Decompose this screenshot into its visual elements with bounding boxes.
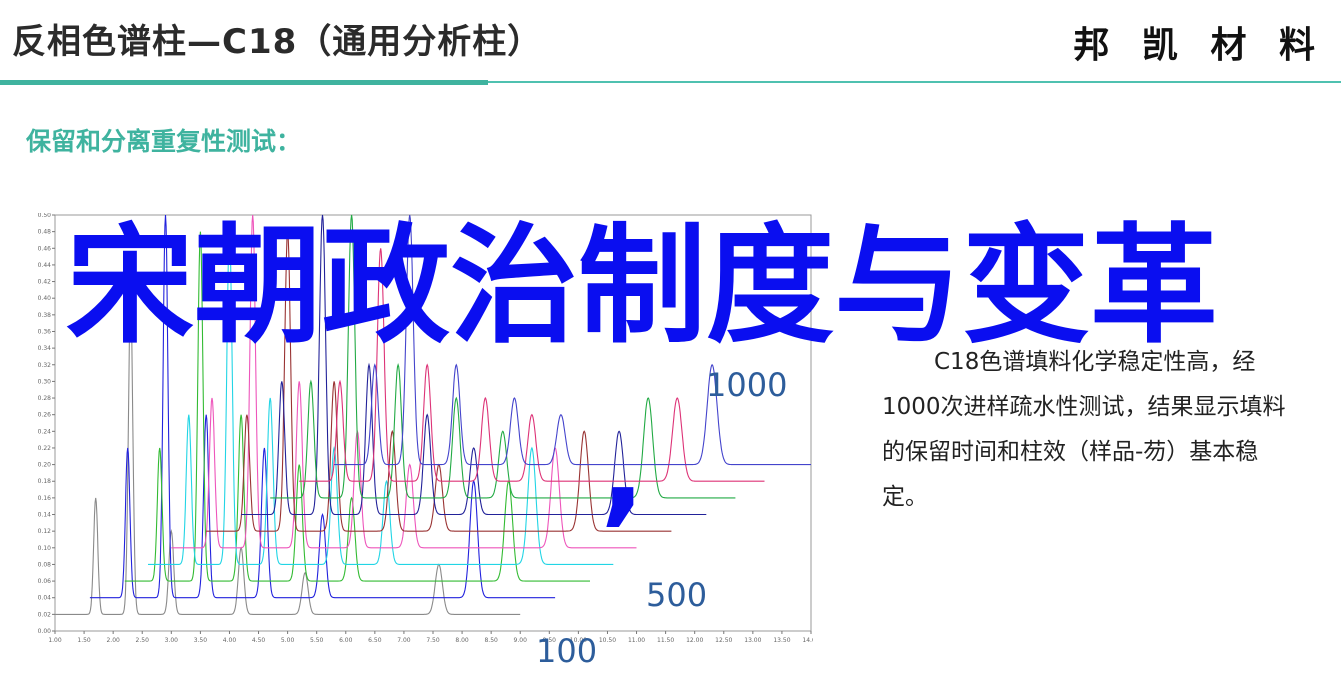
x-tick-label: 12.50 — [715, 637, 732, 644]
overlay-comma: , — [600, 400, 646, 539]
y-tick-label: 0.22 — [38, 445, 52, 452]
x-tick-label: 11.00 — [628, 637, 645, 644]
x-tick-label: 9.00 — [514, 637, 528, 644]
x-tick-label: 13.50 — [773, 637, 790, 644]
x-tick-label: 8.00 — [455, 637, 469, 644]
overlay-title: 宋朝政治制度与变革 — [66, 212, 1219, 361]
x-tick-label: 13.00 — [744, 637, 761, 644]
description-body: C18色谱填料化学稳定性高，经1000次进样疏水性测试，结果显示填料的保留时间和… — [882, 349, 1286, 510]
y-tick-label: 0.24 — [38, 428, 52, 435]
y-tick-label: 0.12 — [38, 528, 52, 535]
x-tick-label: 4.50 — [252, 637, 266, 644]
x-tick-label: 12.00 — [686, 637, 703, 644]
description-text: C18色谱填料化学稳定性高，经1000次进样疏水性测试，结果显示填料的保留时间和… — [882, 340, 1302, 520]
y-tick-label: 0.00 — [38, 628, 52, 635]
x-tick-label: 2.50 — [136, 637, 150, 644]
y-tick-label: 0.16 — [38, 495, 52, 502]
y-tick-label: 0.26 — [38, 412, 52, 419]
x-tick-label: 5.50 — [310, 637, 324, 644]
y-tick-label: 0.36 — [38, 328, 52, 335]
x-tick-label: 8.50 — [484, 637, 498, 644]
y-tick-label: 0.32 — [38, 362, 52, 369]
y-tick-label: 0.38 — [38, 312, 52, 319]
x-tick-label: 5.00 — [281, 637, 295, 644]
header-divider-accent — [0, 80, 488, 85]
injection-label-100: 100 — [536, 632, 598, 670]
x-tick-label: 3.00 — [165, 637, 179, 644]
y-tick-label: 0.02 — [38, 611, 52, 618]
section-heading: 保留和分离重复性测试： — [26, 127, 302, 156]
y-tick-label: 0.44 — [38, 262, 52, 269]
x-tick-label: 2.00 — [106, 637, 120, 644]
y-tick-label: 0.42 — [38, 279, 52, 286]
y-tick-label: 0.14 — [38, 512, 52, 519]
y-tick-label: 0.04 — [38, 595, 52, 602]
x-tick-label: 1.00 — [48, 637, 62, 644]
y-tick-label: 0.50 — [38, 213, 52, 219]
x-tick-label: 7.50 — [426, 637, 440, 644]
x-tick-label: 4.00 — [223, 637, 237, 644]
injection-label-1000: 1000 — [706, 366, 788, 404]
y-tick-label: 0.46 — [38, 245, 52, 252]
x-tick-label: 10.50 — [599, 637, 616, 644]
x-tick-label: 14.00 — [802, 637, 813, 644]
y-tick-label: 0.40 — [38, 295, 52, 302]
brand-logo: 邦 凯 材 料 — [1073, 25, 1325, 66]
y-tick-label: 0.18 — [38, 478, 52, 485]
x-tick-label: 6.00 — [339, 637, 353, 644]
y-tick-label: 0.08 — [38, 561, 52, 568]
y-tick-label: 0.20 — [38, 462, 52, 469]
y-tick-label: 0.06 — [38, 578, 52, 585]
y-tick-label: 0.30 — [38, 378, 52, 385]
y-tick-label: 0.10 — [38, 545, 52, 552]
x-tick-label: 7.00 — [397, 637, 411, 644]
x-tick-label: 3.50 — [194, 637, 208, 644]
x-tick-label: 1.50 — [77, 637, 91, 644]
x-tick-label: 11.50 — [657, 637, 674, 644]
page-title: 反相色谱柱—C18（通用分析柱） — [12, 22, 543, 62]
y-tick-label: 0.34 — [38, 345, 52, 352]
y-tick-label: 0.28 — [38, 395, 52, 402]
y-tick-label: 0.48 — [38, 229, 52, 236]
x-tick-label: 6.50 — [368, 637, 382, 644]
injection-label-500: 500 — [646, 576, 708, 614]
